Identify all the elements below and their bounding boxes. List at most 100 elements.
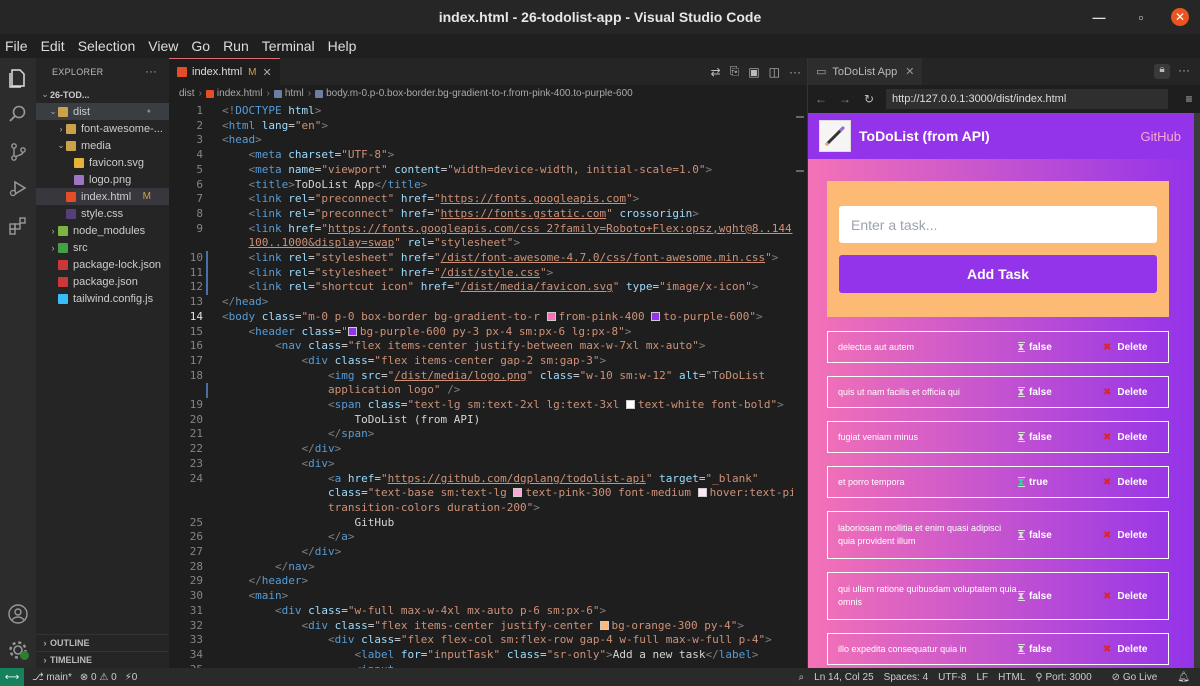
- github-link[interactable]: GitHub: [1141, 129, 1181, 144]
- more-actions-icon[interactable]: ···: [145, 66, 157, 78]
- task-status-toggle[interactable]: false: [1018, 530, 1103, 541]
- chevron-right-icon: ›: [59, 123, 63, 134]
- editor-scrollbar[interactable]: [793, 102, 807, 668]
- code-line: <link href="https://fonts.googleapis.com…: [248, 221, 799, 235]
- delete-task-button[interactable]: ✖ Delete: [1103, 530, 1147, 541]
- go-live-status[interactable]: ⊘ Go Live: [1112, 672, 1168, 683]
- delete-x-icon: ✖: [1103, 643, 1112, 655]
- menu-item-edit[interactable]: Edit: [41, 38, 65, 54]
- breadcrumb-item[interactable]: html: [285, 88, 304, 99]
- breadcrumb-item[interactable]: body.m-0.p-0.box-border.bg-gradient-to-r…: [326, 88, 633, 99]
- tree-item[interactable]: ⌄ 26-TOD...: [36, 86, 169, 103]
- settings-gear-icon[interactable]: [4, 636, 32, 664]
- task-status-toggle[interactable]: false: [1018, 591, 1103, 602]
- code-line: class="text-base sm:text-lg text-pink-30…: [327, 486, 807, 500]
- zoom-icon[interactable]: ⌕: [799, 672, 805, 683]
- tree-item[interactable]: ⌄ media: [36, 137, 169, 154]
- menu-icon[interactable]: ≡: [1182, 92, 1196, 106]
- task-status-toggle[interactable]: false: [1018, 432, 1103, 443]
- tab-preview[interactable]: ▭ ToDoList App ✕: [808, 58, 923, 85]
- delete-task-button[interactable]: ✖ Delete: [1103, 591, 1147, 602]
- extensions-icon[interactable]: [4, 212, 32, 240]
- file-type-icon: [66, 208, 76, 219]
- code-line: <meta name="viewport" content="width=dev…: [248, 162, 713, 176]
- ports-status[interactable]: ⚡0: [125, 672, 138, 683]
- code-line: <title>ToDoList App</title>: [248, 177, 428, 191]
- close-tab-icon[interactable]: ✕: [262, 66, 271, 79]
- lock-icon[interactable]: 🔒︎: [1154, 64, 1170, 79]
- language-mode[interactable]: HTML: [998, 672, 1025, 683]
- delete-task-button[interactable]: ✖ Delete: [1103, 644, 1147, 655]
- problems-status[interactable]: ⊗ 0 ⚠ 0: [80, 672, 117, 683]
- cursor-position[interactable]: Ln 14, Col 25: [814, 672, 874, 683]
- menu-item-run[interactable]: Run: [223, 38, 249, 54]
- outline-section[interactable]: › OUTLINE: [36, 634, 169, 651]
- maximize-button[interactable]: ▫: [1124, 0, 1158, 34]
- tab-index-html[interactable]: index.html M ✕: [169, 58, 280, 85]
- tree-item[interactable]: tailwind.config.js: [36, 290, 169, 307]
- indentation-status[interactable]: Spaces: 4: [884, 672, 928, 683]
- more-actions-icon[interactable]: ···: [789, 65, 801, 79]
- tree-item[interactable]: favicon.svg: [36, 154, 169, 171]
- branch-status[interactable]: ⎇ main*: [32, 672, 72, 683]
- activity-bar: [0, 58, 36, 668]
- account-icon[interactable]: [4, 600, 32, 628]
- source-control-icon[interactable]: [4, 138, 32, 166]
- tree-item[interactable]: › font-awesome-...: [36, 120, 169, 137]
- more-actions-icon[interactable]: ···: [1178, 63, 1190, 77]
- search-icon[interactable]: [4, 100, 32, 128]
- task-status-toggle[interactable]: false: [1018, 342, 1103, 353]
- url-bar[interactable]: http://127.0.0.1:3000/dist/index.html: [886, 89, 1168, 109]
- menu-item-file[interactable]: File: [5, 38, 28, 54]
- forward-arrow-icon[interactable]: →: [838, 92, 852, 106]
- breadcrumb-separator: ›: [266, 88, 270, 99]
- task-status-toggle[interactable]: false: [1018, 387, 1103, 398]
- eol-status[interactable]: LF: [976, 672, 988, 683]
- menu-item-go[interactable]: Go: [191, 38, 210, 54]
- compare-icon[interactable]: ⇄: [711, 65, 721, 79]
- open-changes-icon[interactable]: ⎘: [730, 64, 740, 79]
- menu-item-selection[interactable]: Selection: [78, 38, 136, 54]
- remote-icon[interactable]: ⟷: [0, 668, 24, 686]
- split-editor-icon[interactable]: ◫: [769, 65, 780, 79]
- run-debug-icon[interactable]: [4, 174, 32, 202]
- line-number: 30: [189, 589, 203, 603]
- close-button[interactable]: ✕: [1163, 0, 1197, 34]
- back-arrow-icon[interactable]: ←: [814, 92, 828, 106]
- delete-task-button[interactable]: ✖ Delete: [1103, 342, 1147, 353]
- menu-item-view[interactable]: View: [148, 38, 178, 54]
- reload-icon[interactable]: ↻: [862, 92, 876, 106]
- add-task-button[interactable]: Add Task: [839, 255, 1157, 293]
- explorer-icon[interactable]: [4, 64, 32, 92]
- preview-scrollbar[interactable]: [1194, 113, 1200, 668]
- minimize-button[interactable]: —: [1082, 0, 1116, 34]
- line-number: 1: [196, 104, 203, 117]
- timeline-section[interactable]: › TIMELINE: [36, 651, 169, 668]
- encoding-status[interactable]: UTF-8: [938, 672, 966, 683]
- menu-item-terminal[interactable]: Terminal: [262, 38, 315, 54]
- close-tab-icon[interactable]: ✕: [905, 65, 914, 78]
- tree-item[interactable]: package.json: [36, 273, 169, 290]
- delete-task-button[interactable]: ✖ Delete: [1103, 477, 1147, 488]
- task-status-toggle[interactable]: true: [1018, 477, 1103, 488]
- delete-task-button[interactable]: ✖ Delete: [1103, 432, 1147, 443]
- port-status[interactable]: ⚲ Port: 3000: [1035, 672, 1101, 683]
- tree-item[interactable]: › src: [36, 239, 169, 256]
- breadcrumb-item[interactable]: dist: [179, 88, 195, 99]
- tree-item[interactable]: › node_modules: [36, 222, 169, 239]
- tree-item[interactable]: ⌄ dist ●: [36, 103, 169, 120]
- tree-item[interactable]: style.css: [36, 205, 169, 222]
- task-input[interactable]: Enter a task...: [839, 206, 1157, 243]
- outline-label: OUTLINE: [50, 638, 90, 648]
- tree-item[interactable]: package-lock.json: [36, 256, 169, 273]
- chevron-down-icon: ⌄: [57, 140, 65, 150]
- breadcrumb-item[interactable]: index.html: [217, 88, 263, 99]
- delete-task-button[interactable]: ✖ Delete: [1103, 387, 1147, 398]
- preview-icon[interactable]: ▣: [748, 65, 759, 79]
- menu-item-help[interactable]: Help: [328, 38, 357, 54]
- tree-item[interactable]: index.html M: [36, 188, 169, 205]
- notifications-icon[interactable]: 🔔︎: [1177, 672, 1190, 683]
- app-title: ToDoList (from API): [859, 128, 990, 144]
- tree-item[interactable]: logo.png: [36, 171, 169, 188]
- task-status-toggle[interactable]: false: [1018, 644, 1103, 655]
